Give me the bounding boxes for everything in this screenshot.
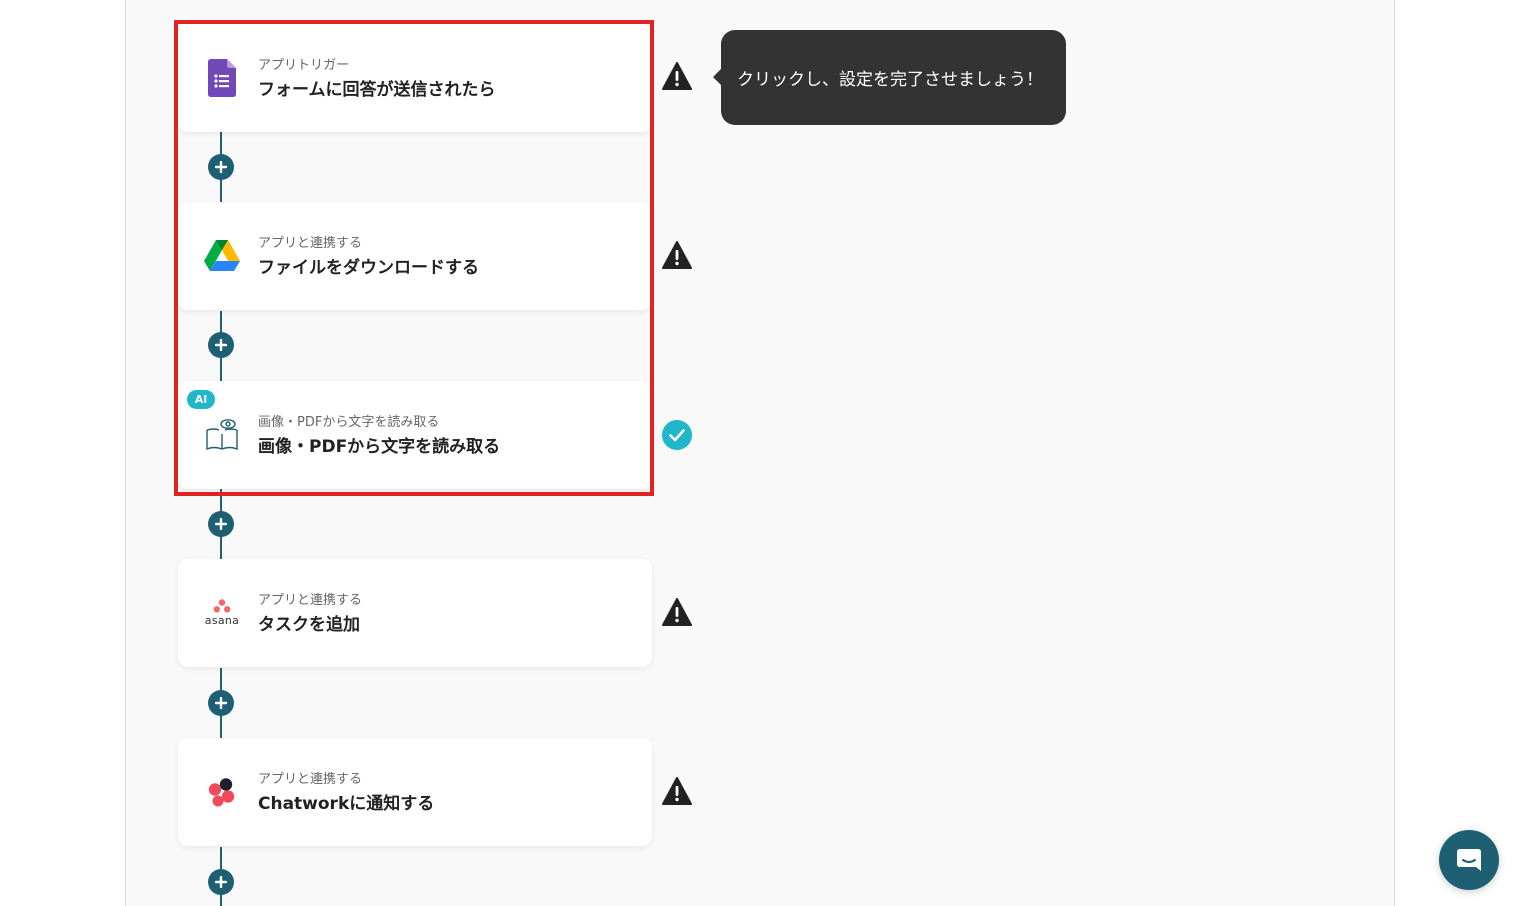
- chat-launcher-button[interactable]: [1439, 830, 1499, 890]
- step-card-ocr[interactable]: 画像・PDFから文字を読み取る 画像・PDFから文字を読み取る: [178, 381, 652, 489]
- check-circle-icon: [661, 419, 693, 451]
- add-step-button[interactable]: [208, 869, 234, 895]
- step-title: ファイルをダウンロードする: [258, 258, 479, 278]
- step-card-form-trigger[interactable]: アプリトリガー フォームに回答が送信されたら: [178, 24, 652, 132]
- add-step-button[interactable]: [208, 690, 234, 716]
- chatwork-logo-icon: [202, 772, 242, 812]
- warning-icon: [661, 60, 693, 92]
- step-card-asana-task[interactable]: asana アプリと連携する タスクを追加: [178, 559, 652, 667]
- step-card-download-file[interactable]: アプリと連携する ファイルをダウンロードする: [178, 202, 652, 310]
- add-step-button[interactable]: [208, 332, 234, 358]
- asana-wordmark: asana: [204, 614, 240, 627]
- step-title: 画像・PDFから文字を読み取る: [258, 437, 501, 457]
- setup-tooltip: クリックし、設定を完了させましょう！: [713, 30, 1066, 125]
- warning-icon: [661, 239, 693, 271]
- google-forms-icon: [202, 58, 242, 98]
- asana-logo-icon: asana: [202, 593, 242, 633]
- step-type-label: アプリと連携する: [258, 593, 363, 608]
- google-drive-icon: [202, 236, 242, 276]
- step-type-label: アプリと連携する: [258, 772, 363, 787]
- warning-icon: [661, 775, 693, 807]
- add-step-button[interactable]: [208, 154, 234, 180]
- add-step-button[interactable]: [208, 511, 234, 537]
- step-title: タスクを追加: [258, 615, 360, 635]
- step-type-label: アプリと連携する: [258, 236, 363, 251]
- ai-badge: AI: [187, 390, 215, 409]
- step-title: Chatworkに通知する: [258, 794, 435, 814]
- step-card-chatwork-notify[interactable]: アプリと連携する Chatworkに通知する: [178, 738, 652, 846]
- step-type-label: アプリトリガー: [258, 58, 350, 73]
- ocr-book-icon: [202, 415, 242, 455]
- chat-bubble-icon: [1457, 849, 1481, 871]
- step-title: フォームに回答が送信されたら: [258, 80, 496, 100]
- warning-icon: [661, 596, 693, 628]
- step-type-label: 画像・PDFから文字を読み取る: [258, 415, 440, 430]
- tooltip-text: クリックし、設定を完了させましょう！: [737, 70, 1043, 90]
